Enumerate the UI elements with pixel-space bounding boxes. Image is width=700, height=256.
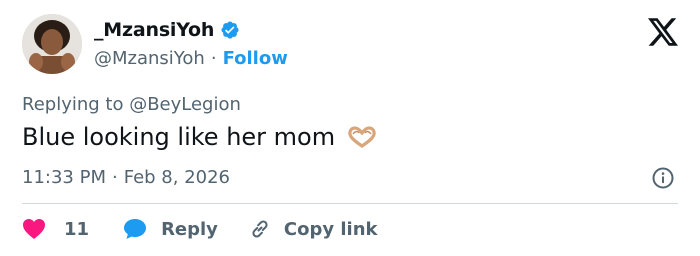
timestamp-separator: · xyxy=(111,167,118,188)
avatar-image xyxy=(22,14,82,74)
info-icon[interactable] xyxy=(651,166,675,190)
replying-to-text[interactable]: Replying to @BeyLegion xyxy=(22,94,241,115)
like-button[interactable]: 11 xyxy=(22,217,89,241)
copy-link-label: Copy link xyxy=(283,218,378,240)
reply-label: Reply xyxy=(161,218,218,240)
action-bar: 11 Reply Copy link xyxy=(22,216,378,242)
verified-badge-icon xyxy=(220,20,240,40)
like-count: 11 xyxy=(64,218,90,240)
heart-hands-emoji xyxy=(347,126,377,148)
author-handle-row: @MzansiYoh · Follow xyxy=(94,48,288,69)
avatar[interactable] xyxy=(22,14,82,74)
author-display-name[interactable]: _MzansiYoh xyxy=(94,19,214,41)
heart-icon xyxy=(22,217,46,241)
reply-button[interactable]: Reply xyxy=(123,217,218,241)
tweet-date: Feb 8, 2026 xyxy=(123,167,231,188)
follow-button[interactable]: Follow xyxy=(223,48,288,69)
tweet-body: Blue looking like her mom xyxy=(22,123,377,151)
divider xyxy=(22,203,678,204)
tweet-timestamp[interactable]: 11:33 PM · Feb 8, 2026 xyxy=(22,167,230,188)
x-logo-icon[interactable] xyxy=(648,18,678,46)
copy-link-button[interactable]: Copy link xyxy=(248,217,378,241)
tweet-time: 11:33 PM xyxy=(22,167,106,188)
author-name-row: _MzansiYoh xyxy=(94,19,240,41)
author-handle[interactable]: @MzansiYoh xyxy=(94,48,205,69)
handle-separator: · xyxy=(210,48,217,69)
reply-bubble-icon xyxy=(123,217,147,241)
link-icon xyxy=(248,217,272,241)
tweet-text: Blue looking like her mom xyxy=(22,123,336,151)
